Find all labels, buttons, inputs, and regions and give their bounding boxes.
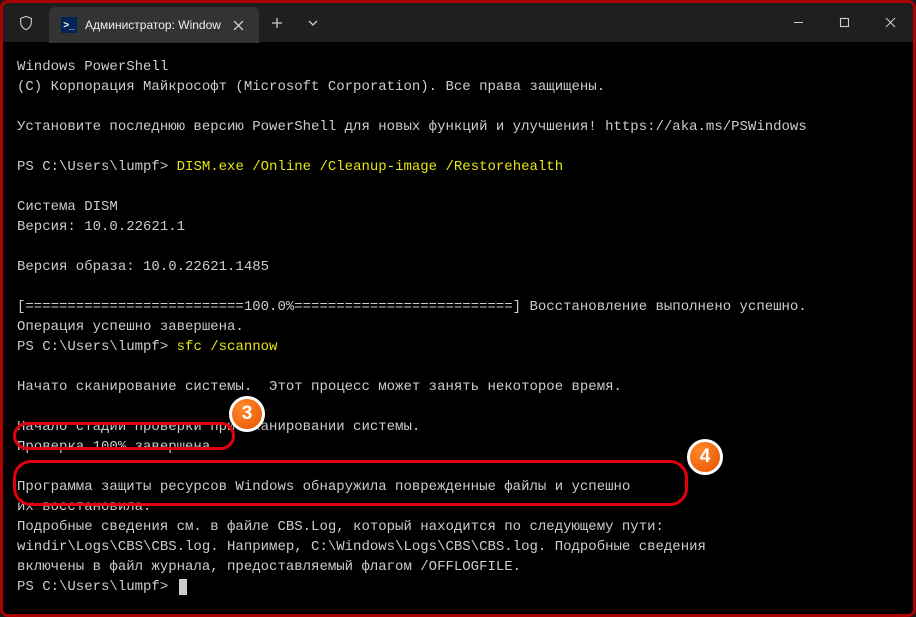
output-line: Установите последнюю версию PowerShell д…: [17, 119, 807, 135]
titlebar-drag-area[interactable]: [331, 3, 775, 42]
output-line: [==========================100.0%=======…: [17, 299, 807, 315]
output-line: Версия: 10.0.22621.1: [17, 219, 185, 235]
terminal-window: >_ Администратор: Windows Po Windows Pow…: [0, 0, 916, 617]
output-line: Проверка 100% завершена.: [17, 439, 219, 455]
output-line: Подробные сведения см. в файле CBS.Log, …: [17, 519, 664, 535]
output-line: Операция успешно завершена.: [17, 319, 244, 335]
command-text: DISM.exe /Online /Cleanup-image /Restore…: [177, 159, 563, 175]
window-controls: [775, 3, 913, 42]
prompt: PS C:\Users\lumpf>: [17, 159, 177, 175]
minimize-button[interactable]: [775, 3, 821, 42]
output-line: windir\Logs\CBS\CBS.log. Например, C:\Wi…: [17, 539, 706, 555]
tab-title: Администратор: Windows Po: [85, 18, 221, 32]
close-tab-icon[interactable]: [229, 16, 247, 34]
powershell-icon: >_: [61, 17, 77, 33]
cursor: [179, 579, 187, 595]
shield-icon[interactable]: [3, 3, 49, 42]
output-line: включены в файл журнала, предоставляемый…: [17, 559, 521, 575]
output-line: Cистема DISM: [17, 199, 118, 215]
tab-active[interactable]: >_ Администратор: Windows Po: [49, 7, 259, 43]
output-line: Начато сканирование системы. Этот процес…: [17, 379, 622, 395]
output-line: (C) Корпорация Майкрософт (Microsoft Cor…: [17, 79, 605, 95]
tab-dropdown-icon[interactable]: [295, 3, 331, 42]
output-line: Программа защиты ресурсов Windows обнару…: [17, 479, 630, 495]
output-line: их восстановила.: [17, 499, 151, 515]
output-line: Windows PowerShell: [17, 59, 168, 75]
close-button[interactable]: [867, 3, 913, 42]
new-tab-button[interactable]: [259, 3, 295, 42]
titlebar[interactable]: >_ Администратор: Windows Po: [3, 3, 913, 43]
output-line: Начало стадии проверки при сканировании …: [17, 419, 420, 435]
maximize-button[interactable]: [821, 3, 867, 42]
prompt: PS C:\Users\lumpf>: [17, 579, 177, 595]
command-text: sfc /scannow: [177, 339, 278, 355]
prompt: PS C:\Users\lumpf>: [17, 339, 177, 355]
output-line: Версия образа: 10.0.22621.1485: [17, 259, 269, 275]
terminal-output[interactable]: Windows PowerShell (C) Корпорация Майкро…: [3, 43, 913, 614]
